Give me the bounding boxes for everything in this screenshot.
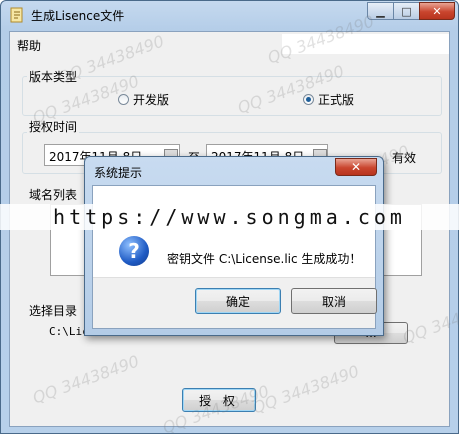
version-group: [22, 76, 442, 116]
dialog-footer: 确定 取消: [93, 277, 377, 328]
overlay-url-banner: https://www.songma.com: [0, 204, 459, 230]
auth-time-suffix: 有效: [392, 151, 417, 165]
ok-button[interactable]: 确定: [195, 288, 281, 314]
domains-label: 域名列表: [27, 186, 80, 203]
app-icon: [9, 7, 25, 23]
dialog-title: 系统提示: [94, 166, 143, 180]
maximize-button[interactable]: □: [393, 2, 420, 20]
dialog-message: 密钥文件 C:\License.lic 生成成功！: [167, 252, 362, 266]
minimize-button[interactable]: ▁: [367, 2, 394, 20]
directory-label: 选择目录: [27, 302, 80, 319]
radio-dev-label: 开发版: [133, 93, 170, 107]
menu-bar: 帮助: [10, 32, 449, 54]
dialog-close-button[interactable]: ✕: [335, 158, 377, 176]
version-label: 版本类型: [27, 68, 80, 85]
message-dialog: 系统提示 ✕ ? 密钥文件 C:\License.lic 生成成功！ 确定 取消: [84, 156, 384, 336]
radio-dev[interactable]: 开发版: [118, 91, 169, 108]
menu-help[interactable]: 帮助: [17, 37, 41, 54]
cancel-button[interactable]: 取消: [291, 288, 377, 314]
question-icon: ?: [119, 236, 149, 266]
radio-official-dot[interactable]: [303, 94, 314, 105]
window-title: 生成Lisence文件: [31, 9, 125, 23]
authorize-button[interactable]: 授 权: [182, 388, 256, 412]
auth-time-label: 授权时间: [27, 118, 80, 135]
radio-official-label: 正式版: [318, 93, 355, 107]
menu-blank-area: [282, 34, 449, 54]
close-button[interactable]: ✕: [419, 2, 455, 20]
radio-official[interactable]: 正式版: [303, 91, 354, 108]
radio-dev-dot[interactable]: [118, 94, 129, 105]
